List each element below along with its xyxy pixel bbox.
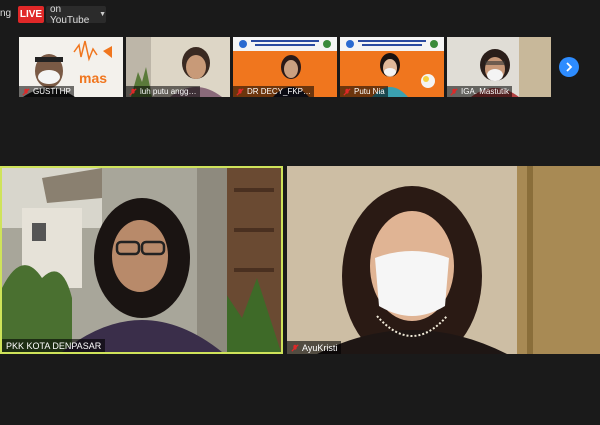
participant-name-bar: IGA. Mastutik <box>447 86 513 97</box>
participant-name-bar: luh putu angg… <box>126 86 200 97</box>
participant-name: Putu Nia <box>354 87 385 96</box>
active-speaker-tile[interactable]: PKK KOTA DENPASAR <box>0 166 283 354</box>
participant-name-bar: AyuKristi <box>287 341 342 354</box>
participant-name-bar: DR DECY_FKP… <box>233 86 315 97</box>
next-page-button[interactable] <box>559 57 579 77</box>
participant-name: GUSTI HP <box>33 87 71 96</box>
participant-video <box>287 166 600 354</box>
participant-name: AyuKristi <box>302 342 338 353</box>
participant-name: DR DECY_FKP… <box>247 87 312 96</box>
mic-muted-icon <box>291 343 299 352</box>
participant-tile[interactable]: Putu Nia <box>340 37 444 97</box>
mic-muted-icon <box>343 87 351 96</box>
banner-text: mas <box>79 70 108 86</box>
participant-video <box>2 168 281 352</box>
participant-tile[interactable]: luh putu angg… <box>126 37 230 97</box>
participant-name: luh putu angg… <box>140 87 197 96</box>
speaker-tile[interactable]: AyuKristi <box>287 166 600 354</box>
mic-muted-icon <box>236 87 244 96</box>
participant-name: IGA. Mastutik <box>461 87 510 96</box>
mic-muted-icon <box>129 87 137 96</box>
chevron-down-icon: ▼ <box>99 11 106 18</box>
participant-tile[interactable]: mas GUSTI HP <box>19 37 123 97</box>
bottom-empty-area <box>0 354 600 425</box>
participant-name-bar: PKK KOTA DENPASAR <box>2 339 106 352</box>
participant-tile[interactable]: DR DECY_FKP… <box>233 37 337 97</box>
participant-name-bar: Putu Nia <box>340 86 388 97</box>
participant-name-bar: GUSTI HP <box>19 86 74 97</box>
recording-status-text: ng <box>0 8 12 19</box>
participant-name: PKK KOTA DENPASAR <box>6 340 102 351</box>
live-destination-label: on YouTube <box>50 3 90 26</box>
chevron-right-icon <box>566 62 573 72</box>
mic-muted-icon <box>450 87 458 96</box>
live-badge[interactable]: LIVE <box>18 6 44 23</box>
live-destination-dropdown[interactable]: on YouTube ▼ <box>46 3 106 26</box>
participant-tile[interactable]: IGA. Mastutik <box>447 37 551 97</box>
mic-muted-icon <box>22 87 30 96</box>
